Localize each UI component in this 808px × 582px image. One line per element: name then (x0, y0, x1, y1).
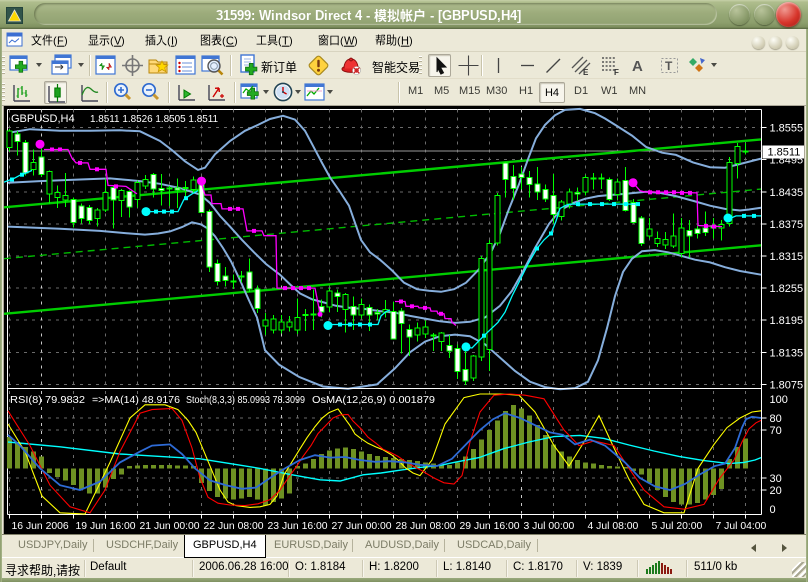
svg-text:16 Jun 2006: 16 Jun 2006 (12, 521, 69, 532)
svg-text:4 Jul 08:00: 4 Jul 08:00 (588, 521, 639, 532)
svg-text:1.8315: 1.8315 (770, 251, 804, 263)
svg-text:1.8511 1.8526 1.8505 1.8511: 1.8511 1.8526 1.8505 1.8511 (90, 114, 218, 125)
svg-text:1.8195: 1.8195 (770, 315, 804, 327)
svg-text:1.8135: 1.8135 (770, 347, 804, 359)
svg-text:1.8375: 1.8375 (770, 219, 804, 231)
svg-text:19 Jun 16:00: 19 Jun 16:00 (76, 521, 136, 532)
svg-text:E: E (583, 68, 589, 77)
svg-text:1.8511: 1.8511 (768, 147, 801, 159)
svg-text:1.8255: 1.8255 (770, 283, 804, 295)
svg-text:1.8555: 1.8555 (770, 123, 804, 135)
svg-text:20: 20 (770, 485, 782, 497)
svg-text:Stoch(8,3,3) 85.0993 78.3099: Stoch(8,3,3) 85.0993 78.3099 (186, 395, 305, 406)
svg-text:=>MA(14) 48.9176: =>MA(14) 48.9176 (92, 395, 180, 406)
svg-text:1.8435: 1.8435 (770, 187, 804, 199)
svg-text:A: A (632, 58, 643, 75)
svg-text:3 Jul 00:00: 3 Jul 00:00 (524, 521, 575, 532)
svg-text:0: 0 (770, 504, 776, 516)
svg-text:RSI(8) 79.9832: RSI(8) 79.9832 (10, 395, 85, 406)
svg-text:5 Jul 20:00: 5 Jul 20:00 (652, 521, 703, 532)
svg-text:29 Jun 16:00: 29 Jun 16:00 (460, 521, 520, 532)
svg-text:1.8075: 1.8075 (770, 379, 804, 391)
svg-text:F: F (614, 68, 619, 77)
svg-text:80: 80 (770, 413, 782, 425)
svg-text:100: 100 (770, 394, 788, 406)
svg-text:30: 30 (770, 473, 782, 485)
svg-text:28 Jun 08:00: 28 Jun 08:00 (396, 521, 456, 532)
svg-text:27 Jun 00:00: 27 Jun 00:00 (332, 521, 392, 532)
svg-text:22 Jun 08:00: 22 Jun 08:00 (204, 521, 264, 532)
svg-text:GBPUSD,H4: GBPUSD,H4 (11, 113, 75, 125)
svg-text:T: T (665, 59, 673, 73)
svg-text:OsMA(12,26,9) 0.001879: OsMA(12,26,9) 0.001879 (312, 395, 435, 406)
svg-text:21 Jun 00:00: 21 Jun 00:00 (140, 521, 200, 532)
svg-text:23 Jun 16:00: 23 Jun 16:00 (268, 521, 328, 532)
svg-text:70: 70 (770, 425, 782, 437)
svg-text:7 Jul 04:00: 7 Jul 04:00 (716, 521, 767, 532)
